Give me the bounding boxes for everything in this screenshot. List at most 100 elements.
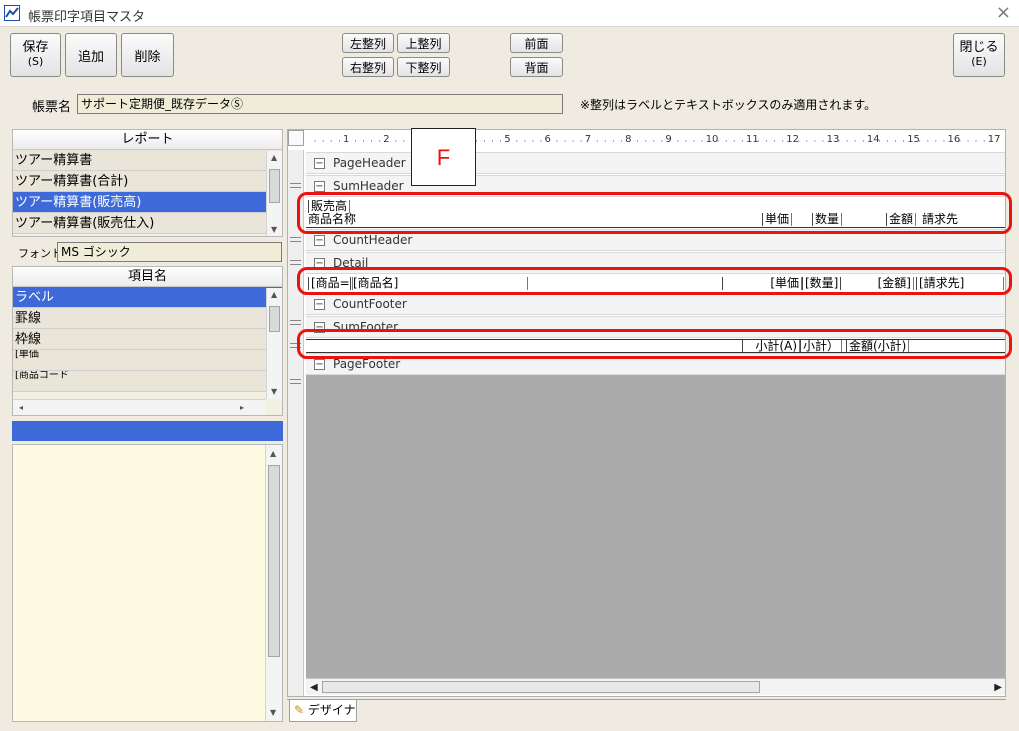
- ruler-corner: [288, 130, 304, 146]
- ruler-tick: ·: [853, 137, 857, 147]
- ruler-tick: ·: [877, 137, 881, 147]
- item-list-item[interactable]: 罫線: [13, 308, 282, 329]
- window-title: 帳票印字項目マスタ: [28, 10, 146, 25]
- collapse-icon[interactable]: −: [314, 299, 325, 310]
- tab-designer[interactable]: ✎ デザイナ: [289, 700, 357, 722]
- ruler-number: 2: [383, 134, 390, 145]
- band-handle-icon[interactable]: [290, 237, 301, 242]
- ruler-tick: ·: [773, 137, 777, 147]
- scroll-left-arrow-icon[interactable]: ◀: [310, 682, 318, 693]
- close-button[interactable]: 閉じる (E): [953, 33, 1005, 77]
- highlight-detail: [297, 267, 1012, 295]
- scroll-thumb[interactable]: [322, 681, 760, 693]
- report-list-scrollbar[interactable]: ▲ ▼: [266, 151, 282, 236]
- ruler-number: 7: [584, 134, 592, 145]
- report-list-item[interactable]: ツアー精算書: [13, 150, 282, 171]
- designer-tabstrip: ✎ デザイナ: [287, 699, 1006, 723]
- ruler-tick: ·: [974, 137, 978, 147]
- ruler-tick: ·: [523, 137, 527, 147]
- item-list-item-selected[interactable]: ラベル: [13, 287, 282, 308]
- scroll-right-arrow-icon[interactable]: ▸: [240, 403, 244, 412]
- scroll-down-arrow-icon[interactable]: ▼: [270, 708, 276, 717]
- bring-front-button[interactable]: 前面: [510, 33, 563, 53]
- item-list-scrollbar[interactable]: ▲ ▼: [266, 288, 282, 399]
- band-handle-icon[interactable]: [290, 183, 301, 188]
- delete-button[interactable]: 削除: [121, 33, 174, 77]
- add-button[interactable]: 追加: [65, 33, 117, 77]
- band-handle-icon[interactable]: [290, 320, 301, 325]
- report-list-item[interactable]: ツアー精算書(合計): [13, 171, 282, 192]
- ruler-tick: ·: [716, 137, 720, 147]
- report-list-item[interactable]: ツアー精算書(販売仕入): [13, 213, 282, 234]
- ruler-tick: ·: [958, 137, 962, 147]
- report-list-item-selected[interactable]: ツアー精算書(販売高): [13, 192, 282, 213]
- item-list-item[interactable]: 枠線: [13, 329, 282, 350]
- designer-hscrollbar[interactable]: ◀ ▶: [306, 678, 1005, 695]
- ruler-tick: ·: [362, 137, 365, 147]
- property-panel-scrollbar[interactable]: ▲ ▼: [265, 445, 282, 721]
- ruler-tick: ·: [837, 137, 841, 147]
- scroll-up-arrow-icon[interactable]: ▲: [270, 449, 276, 458]
- item-list-item[interactable]: [商品コード: [13, 371, 282, 392]
- collapse-icon[interactable]: −: [314, 158, 325, 169]
- report-list: レポート ツアー精算書 ツアー精算書(合計) ツアー精算書(販売高) ツアー精算…: [12, 129, 283, 237]
- save-button[interactable]: 保存 (S): [10, 33, 61, 77]
- close-window-icon[interactable]: ×: [996, 2, 1011, 23]
- collapse-icon[interactable]: −: [314, 181, 325, 192]
- ruler-tick: ·: [942, 137, 946, 147]
- ruler-tick: ·: [797, 137, 801, 147]
- band-handle-icon[interactable]: [290, 260, 301, 265]
- report-name-field[interactable]: サポート定期便_既存データⓈ: [77, 94, 563, 114]
- ruler-tick: ·: [539, 137, 543, 147]
- scroll-thumb[interactable]: [268, 465, 280, 657]
- scroll-down-arrow-icon[interactable]: ▼: [271, 387, 277, 396]
- band-handle-icon[interactable]: [290, 379, 301, 384]
- close-button-key: (E): [971, 55, 987, 68]
- ruler-tick: ·: [934, 137, 938, 147]
- align-right-button[interactable]: 右整列: [342, 57, 394, 77]
- ruler-tick: ·: [700, 137, 704, 147]
- ruler-tick: ·: [563, 137, 567, 147]
- ruler-tick: ·: [886, 137, 889, 147]
- scroll-up-arrow-icon[interactable]: ▲: [271, 290, 277, 299]
- band-label: CountHeader: [333, 233, 413, 247]
- band-label: SumHeader: [333, 179, 404, 193]
- ruler-tick: ·: [781, 137, 785, 147]
- ruler-tick: ·: [402, 137, 406, 147]
- ruler-tick: ·: [740, 137, 744, 147]
- ruler-tick: ·: [611, 137, 615, 147]
- align-left-button[interactable]: 左整列: [342, 33, 394, 53]
- tab-designer-label: デザイナ: [307, 703, 356, 717]
- highlight-sumfooter: [297, 329, 1012, 359]
- ruler-tick: ·: [652, 137, 656, 147]
- collapse-icon[interactable]: −: [314, 235, 325, 246]
- band-label: PageHeader: [333, 156, 406, 170]
- ruler-tick: ·: [982, 137, 986, 147]
- scroll-down-arrow-icon[interactable]: ▼: [271, 225, 277, 234]
- ruler-tick: ·: [620, 137, 623, 147]
- save-button-label: 保存: [22, 40, 49, 55]
- band-countfooter[interactable]: − CountFooter: [306, 293, 1005, 315]
- item-list-hscrollbar[interactable]: ◂ ▸: [13, 399, 266, 415]
- scroll-left-arrow-icon[interactable]: ◂: [19, 403, 23, 412]
- scroll-up-arrow-icon[interactable]: ▲: [271, 153, 277, 162]
- align-bottom-button[interactable]: 下整列: [397, 57, 450, 77]
- scroll-thumb[interactable]: [269, 169, 280, 203]
- band-label: CountFooter: [333, 297, 407, 311]
- ruler-tick: ·: [644, 137, 648, 147]
- send-back-button[interactable]: 背面: [510, 57, 563, 77]
- collapse-icon[interactable]: −: [314, 359, 325, 370]
- app-icon: [4, 5, 20, 21]
- ruler-tick: ·: [821, 137, 825, 147]
- scroll-thumb[interactable]: [269, 306, 280, 332]
- property-panel[interactable]: ▲ ▼: [12, 444, 283, 722]
- save-button-key: (S): [27, 55, 44, 68]
- align-top-button[interactable]: 上整列: [397, 33, 450, 53]
- scroll-right-arrow-icon[interactable]: ▶: [994, 682, 1002, 693]
- ruler-tick: ·: [845, 137, 849, 147]
- font-field[interactable]: MS ゴシック: [57, 242, 282, 262]
- ruler-tick: ·: [491, 137, 494, 147]
- ruler-tick: ·: [394, 137, 398, 147]
- item-list-item[interactable]: [単価: [13, 350, 282, 371]
- ruler-number: 9: [665, 134, 672, 145]
